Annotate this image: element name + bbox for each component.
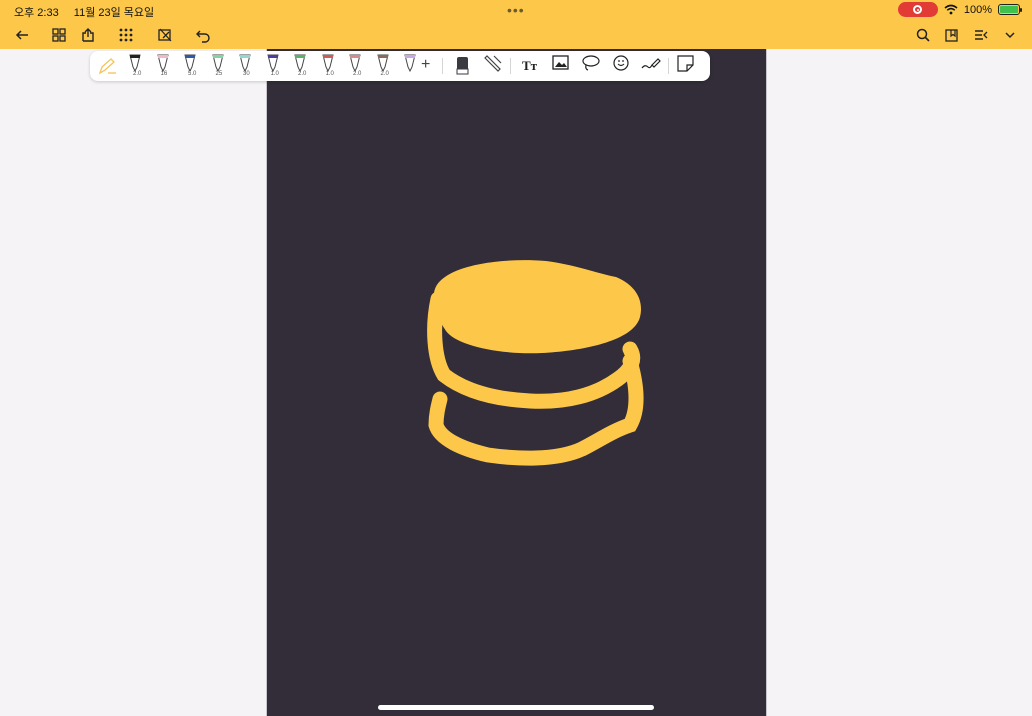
pen-nib-icon: [376, 54, 389, 73]
pen-nib-icon: [211, 54, 224, 73]
pencil-outline-icon: [98, 58, 116, 75]
dots-grid-icon: [119, 28, 133, 42]
text-icon: Tт: [522, 58, 538, 73]
pen-nib-icon: [129, 54, 141, 73]
eraser-icon: [456, 57, 469, 75]
lasso-icon: [582, 55, 600, 71]
back-arrow-icon: [15, 30, 28, 40]
battery-icon: [998, 4, 1022, 15]
status-date: 11월 23일 목요일: [73, 7, 155, 19]
apps-button[interactable]: [116, 25, 136, 45]
sticky-note-icon: [677, 55, 694, 72]
image-tool-button[interactable]: [550, 54, 570, 78]
screen-recording-indicator[interactable]: [897, 2, 938, 17]
divider: [668, 58, 669, 74]
sticker-tool-button[interactable]: [610, 54, 630, 78]
plus-icon: +: [421, 56, 431, 73]
pen-nib-icon: [294, 54, 306, 73]
status-left: 오후 2:33 11월 23일 목요일: [14, 4, 166, 20]
pen-preset-highlighter-green[interactable]: 25: [207, 54, 229, 78]
pen-size-label: 1.0: [325, 71, 334, 77]
ruler-tool-button[interactable]: [482, 54, 502, 78]
image-icon: [552, 55, 569, 70]
sticker-smiley-icon: [613, 55, 629, 71]
status-right: 100%: [897, 2, 1022, 17]
stacked-coins-drawing: [427, 260, 644, 466]
thumbnails-button[interactable]: [49, 25, 69, 45]
add-pen-button[interactable]: +: [418, 54, 436, 78]
pen-preset-pen-pink[interactable]: 16: [152, 54, 174, 78]
right-canvas-margin: [766, 49, 1032, 716]
pen-size-label: 2.0: [380, 71, 389, 77]
pen-toolbar: 2.0 16 5.0 25 30 1.0 2.0 1.0 2.0 2.0 + Tт: [90, 51, 710, 81]
pen-size-label: 2.0: [353, 71, 362, 77]
pen-nib-icon: [156, 54, 169, 73]
pen-size-label: 2.0: [133, 71, 142, 77]
ruler-icon: [484, 55, 502, 72]
pen-size-label: 30: [243, 71, 250, 77]
pen-size-label: 2.0: [298, 71, 307, 77]
pen-preset-pen-blue[interactable]: 5.0: [179, 54, 201, 78]
eraser-button[interactable]: [452, 54, 472, 78]
pen-off-icon: [158, 28, 172, 42]
pen-tool-settings-button[interactable]: [96, 54, 118, 78]
undo-button[interactable]: [193, 25, 213, 45]
lasso-tool-button[interactable]: [580, 54, 600, 78]
share-button[interactable]: [78, 25, 98, 45]
divider: [510, 58, 511, 74]
pen-size-label: 25: [215, 71, 223, 77]
battery-percent: 100%: [963, 3, 992, 16]
pen-nib-icon: [184, 54, 196, 73]
app-toolbar: [0, 20, 1032, 49]
chevron-down-icon: [1005, 32, 1015, 39]
pen-nib-icon: [321, 54, 334, 73]
page-layout-button[interactable]: [971, 25, 991, 45]
pen-size-label: 16: [160, 71, 168, 77]
bookmark-button[interactable]: [942, 25, 962, 45]
read-only-toggle-button[interactable]: [155, 25, 175, 45]
list-arrow-icon: [975, 30, 988, 40]
sticky-note-button[interactable]: [675, 54, 697, 78]
text-tool-button[interactable]: Tт: [520, 54, 540, 78]
pen-preset-pen-purple[interactable]: 1.0: [262, 54, 284, 78]
pen-preset-pen-red[interactable]: 1.0: [317, 54, 339, 78]
record-icon: [913, 5, 923, 14]
status-bar: 오후 2:33 11월 23일 목요일 ••• 100%: [0, 0, 1032, 20]
search-icon: [916, 28, 930, 42]
pen-nib-icon: [266, 54, 279, 73]
export-icon: [82, 28, 94, 42]
pen-preset-pen-brown[interactable]: 2.0: [372, 54, 394, 78]
bookmark-page-icon: [945, 29, 958, 42]
left-canvas-margin: [0, 49, 266, 716]
coin-bottom: [428, 353, 644, 466]
pen-size-label: 1.0: [270, 71, 279, 77]
grid-icon: [52, 28, 66, 42]
home-indicator[interactable]: [378, 705, 654, 710]
pen-size-label: 5.0: [188, 71, 197, 77]
multitasking-dots[interactable]: •••: [507, 2, 525, 18]
more-chevron-button[interactable]: [1000, 25, 1020, 45]
divider: [442, 58, 443, 74]
pen-nib-icon: [349, 54, 361, 73]
pen-nib-icon: [239, 54, 251, 73]
undo-icon: [196, 30, 210, 43]
pen-preset-pen-rose[interactable]: 2.0: [344, 54, 366, 78]
pen-preset-pen-black[interactable]: 2.0: [124, 54, 146, 78]
search-button[interactable]: [913, 25, 933, 45]
coin-top: [434, 260, 641, 354]
laser-pointer-button[interactable]: [640, 54, 662, 78]
status-time: 오후 2:33: [14, 7, 59, 19]
pen-preset-pen-green[interactable]: 2.0: [289, 54, 311, 78]
wifi-icon: [944, 4, 958, 15]
laser-pointer-icon: [641, 58, 661, 69]
pen-preset-highlighter-teal[interactable]: 30: [234, 54, 256, 78]
back-button[interactable]: [12, 25, 32, 45]
